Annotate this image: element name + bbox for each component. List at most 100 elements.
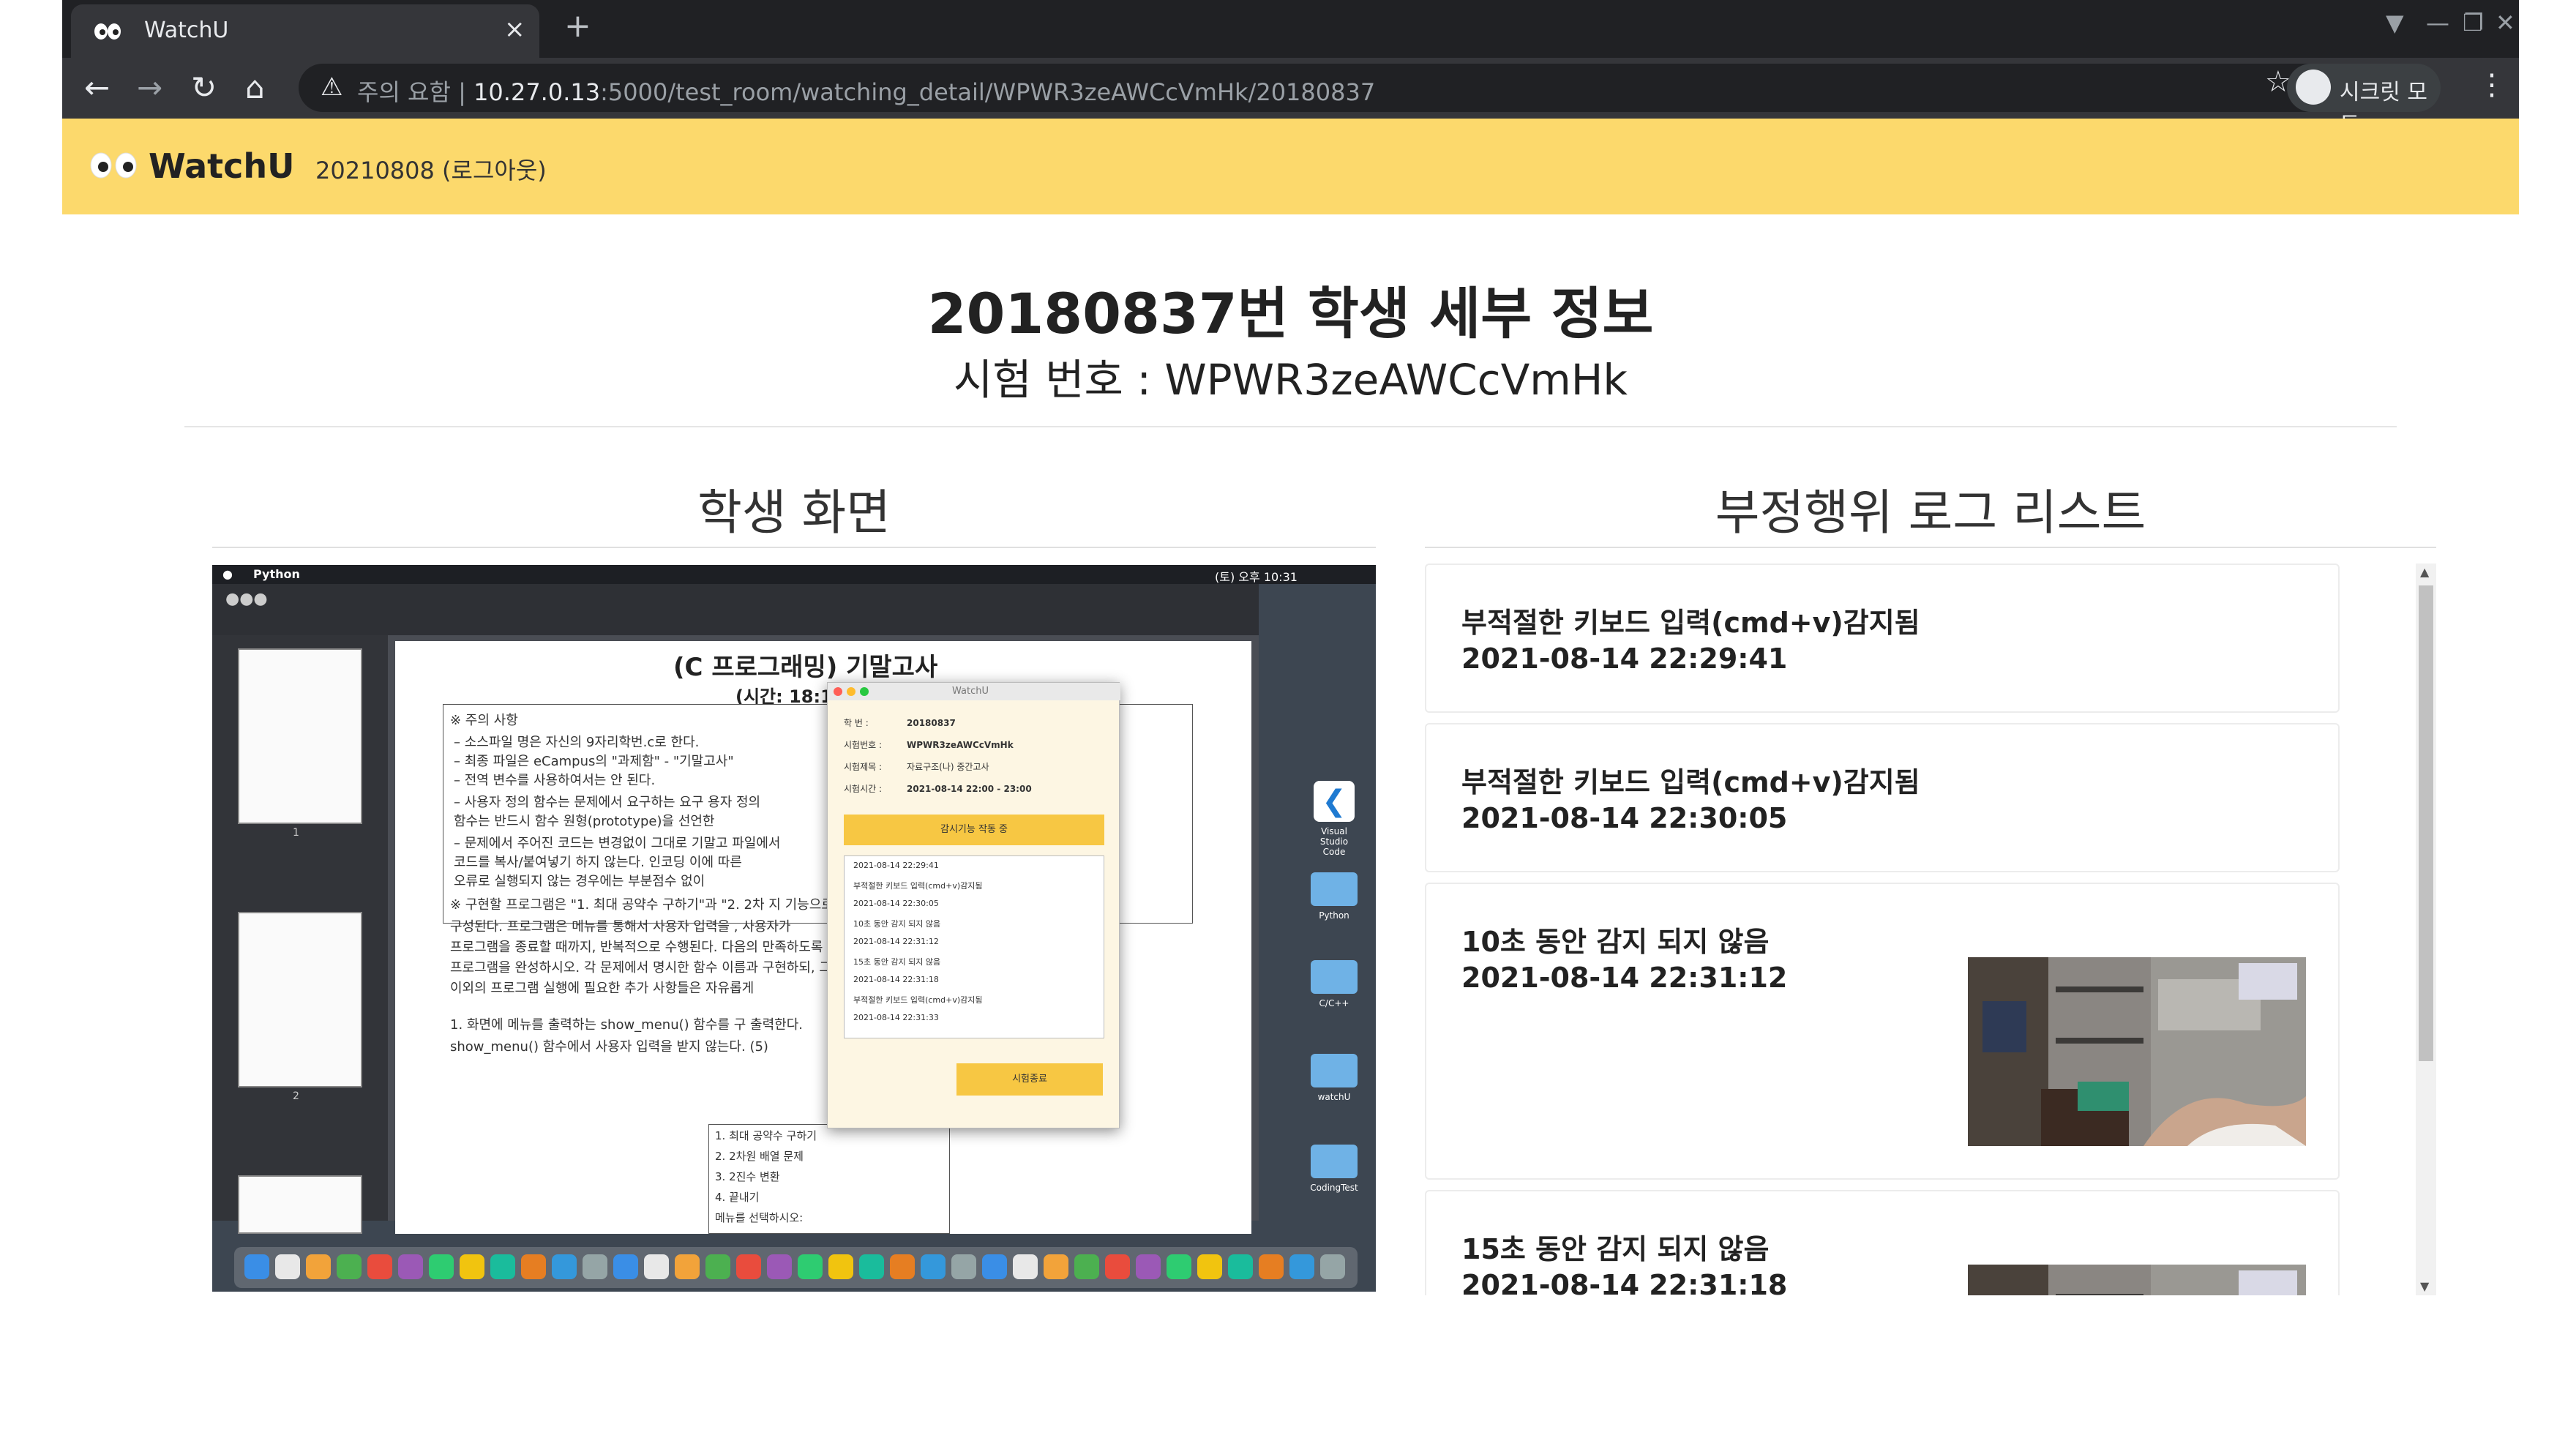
- dock-app-icon[interactable]: [306, 1254, 331, 1279]
- log-card[interactable]: 15초 동안 감지 되지 않음 2021-08-14 22:31:18: [1425, 1190, 2340, 1295]
- desktop-icon-python[interactable]: Python: [1308, 872, 1360, 921]
- exam-document: (C 프로그래밍) 기말고사 (시간: 18:10 ※ 주의 사항 – 소스파일 …: [395, 641, 1251, 1234]
- zoom-dot-icon[interactable]: [860, 687, 869, 696]
- dock-app-icon[interactable]: [490, 1254, 515, 1279]
- page-thumbnail[interactable]: [238, 1175, 362, 1234]
- dock-app-icon[interactable]: [460, 1254, 484, 1279]
- dock-app-icon[interactable]: [1074, 1254, 1099, 1279]
- popup-log-entry: 부적절한 키보드 입력(cmd+v)감지됨: [853, 881, 983, 891]
- url-path: :5000/test_room/watching_detail/WPWR3zeA…: [600, 78, 1376, 106]
- popup-log-entry: 10초 동안 감지 되지 않음: [853, 919, 941, 929]
- dock-app-icon[interactable]: [1289, 1254, 1314, 1279]
- forward-icon[interactable]: →: [137, 70, 162, 105]
- doc-line: ※ 구현할 프로그램은 "1. 최대 공약수 구하기"과 "2. 2차 지 기능…: [450, 897, 834, 913]
- dock-app-icon[interactable]: [705, 1254, 730, 1279]
- dock-app-icon[interactable]: [828, 1254, 853, 1279]
- popup-log-entry: 2021-08-14 22:29:41: [853, 861, 939, 870]
- log-scrollbar[interactable]: ▲ ▼: [2416, 564, 2436, 1295]
- scroll-thumb[interactable]: [2419, 585, 2433, 1061]
- browser-menu-icon[interactable]: ⋮: [2477, 68, 2506, 102]
- dock-app-icon[interactable]: [367, 1254, 392, 1279]
- page-thumbnail[interactable]: [238, 648, 362, 824]
- doc-line: 프로그램을 종료할 때까지, 반복적으로 수행된다. 다음의 만족하도록: [450, 940, 823, 955]
- tab-close-icon[interactable]: ×: [504, 15, 525, 44]
- dock-app-icon[interactable]: [583, 1254, 607, 1279]
- tab-bar: WatchU × + ▼ — ❐ ✕: [62, 0, 2519, 58]
- log-card[interactable]: 10초 동안 감지 되지 않음 2021-08-14 22:31:12: [1425, 883, 2340, 1180]
- desktop-icon-codingtest[interactable]: CodingTest: [1308, 1145, 1360, 1193]
- log-card[interactable]: 부적절한 키보드 입력(cmd+v)감지됨 2021-08-14 22:30:0…: [1425, 723, 2340, 872]
- dock-app-icon[interactable]: [890, 1254, 915, 1279]
- dock-app-icon[interactable]: [921, 1254, 946, 1279]
- viewer-toolbar: ●●●: [212, 584, 1259, 635]
- close-dot-icon[interactable]: [834, 687, 842, 696]
- doc-line: 프로그램을 완성하시오. 각 문제에서 명시한 함수 이름과 구현하되, 그: [450, 960, 831, 976]
- profile-dropdown-icon[interactable]: ▼: [2386, 9, 2404, 37]
- dock-app-icon[interactable]: [675, 1254, 700, 1279]
- url-host: 10.27.0.13: [473, 78, 601, 106]
- dock-app-icon[interactable]: [1228, 1254, 1253, 1279]
- popup-exam-id: 시험번호 : WPWR3zeAWCcVmHk: [844, 740, 1014, 750]
- dock-app-icon[interactable]: [1044, 1254, 1068, 1279]
- dock-app-icon[interactable]: [1197, 1254, 1222, 1279]
- dock-app-icon[interactable]: [275, 1254, 300, 1279]
- dock-app-icon[interactable]: [1136, 1254, 1161, 1279]
- desktop-icon-watchu[interactable]: watchU: [1308, 1054, 1360, 1102]
- back-icon[interactable]: ←: [84, 70, 110, 105]
- end-exam-button[interactable]: 시험종료: [956, 1063, 1103, 1096]
- url-input[interactable]: ⚠ 주의 요함 | 10.27.0.13:5000/test_room/watc…: [299, 64, 2348, 112]
- mac-app-name: Python: [253, 567, 300, 581]
- home-icon[interactable]: ⌂: [245, 70, 265, 105]
- menu-box: 1. 최대 공약수 구하기 2. 2차원 배열 문제 3. 2진수 변환 4. 끝내기…: [708, 1124, 950, 1234]
- tab-title: WatchU: [144, 18, 229, 43]
- dock-app-icon[interactable]: [244, 1254, 269, 1279]
- desktop-icon-cpp[interactable]: C/C++: [1308, 960, 1360, 1008]
- page-thumbnail[interactable]: [238, 912, 362, 1087]
- doc-line: – 전역 변수를 사용하여서는 안 된다.: [454, 773, 656, 788]
- close-window-icon[interactable]: ✕: [2496, 9, 2515, 37]
- desktop-icon-vscode[interactable]: ❮ Visual Studio Code: [1308, 781, 1360, 857]
- minimize-dot-icon[interactable]: [847, 687, 855, 696]
- logout-link[interactable]: 20210808 (로그아웃): [315, 152, 547, 186]
- dock-app-icon[interactable]: [736, 1254, 761, 1279]
- doc-line: 이외의 프로그램 실행에 필요한 추가 사항들은 자유롭게: [450, 981, 755, 996]
- dock-app-icon[interactable]: [951, 1254, 976, 1279]
- reload-icon[interactable]: ↻: [191, 70, 217, 105]
- dock-app-icon[interactable]: [1320, 1254, 1345, 1279]
- dock-app-icon[interactable]: [644, 1254, 669, 1279]
- dock-app-icon[interactable]: [1167, 1254, 1191, 1279]
- new-tab-button[interactable]: +: [564, 7, 591, 45]
- warning-icon: ⚠: [321, 72, 343, 102]
- dock-app-icon[interactable]: [552, 1254, 577, 1279]
- brand-link[interactable]: WatchU: [149, 146, 295, 186]
- dock-app-icon[interactable]: [798, 1254, 823, 1279]
- minimize-icon[interactable]: —: [2426, 9, 2449, 37]
- dock-app-icon[interactable]: [429, 1254, 454, 1279]
- dock-app-icon[interactable]: [1259, 1254, 1284, 1279]
- dock-app-icon[interactable]: [982, 1254, 1007, 1279]
- navbar: WatchU 20210808 (로그아웃): [62, 119, 2519, 214]
- popup-log-entry: 2021-08-14 22:31:18: [853, 975, 939, 984]
- incognito-indicator[interactable]: 시크릿 모드: [2287, 64, 2441, 138]
- divider: [212, 547, 1376, 548]
- dock-app-icon[interactable]: [398, 1254, 423, 1279]
- dock-app-icon[interactable]: [613, 1254, 638, 1279]
- page-title: 20180837번 학생 세부 정보: [927, 281, 1654, 346]
- window-buttons-icon: ●●●: [225, 590, 268, 608]
- tab-watchu[interactable]: WatchU ×: [71, 4, 539, 58]
- dock-app-icon[interactable]: [521, 1254, 546, 1279]
- dock-app-icon[interactable]: [1013, 1254, 1038, 1279]
- restore-icon[interactable]: ❐: [2463, 9, 2484, 37]
- doc-line: show_menu() 함수에서 사용자 입력을 받지 않는다. (5): [450, 1039, 768, 1055]
- scroll-up-icon[interactable]: ▲: [2420, 565, 2429, 579]
- dock-app-icon[interactable]: [1105, 1254, 1130, 1279]
- doc-line: 오류로 실행되지 않는 경우에는 부분점수 없이: [454, 874, 705, 889]
- webcam-capture-image: [1968, 1265, 2306, 1295]
- dock-app-icon[interactable]: [337, 1254, 362, 1279]
- dock-app-icon[interactable]: [767, 1254, 792, 1279]
- popup-log-entry: 부적절한 키보드 입력(cmd+v)감지됨: [853, 995, 983, 1005]
- log-card[interactable]: 부적절한 키보드 입력(cmd+v)감지됨 2021-08-14 22:29:4…: [1425, 564, 2340, 713]
- dock-app-icon[interactable]: [859, 1254, 884, 1279]
- scroll-down-icon[interactable]: ▼: [2420, 1279, 2429, 1293]
- doc-line: ※ 주의 사항: [450, 713, 518, 728]
